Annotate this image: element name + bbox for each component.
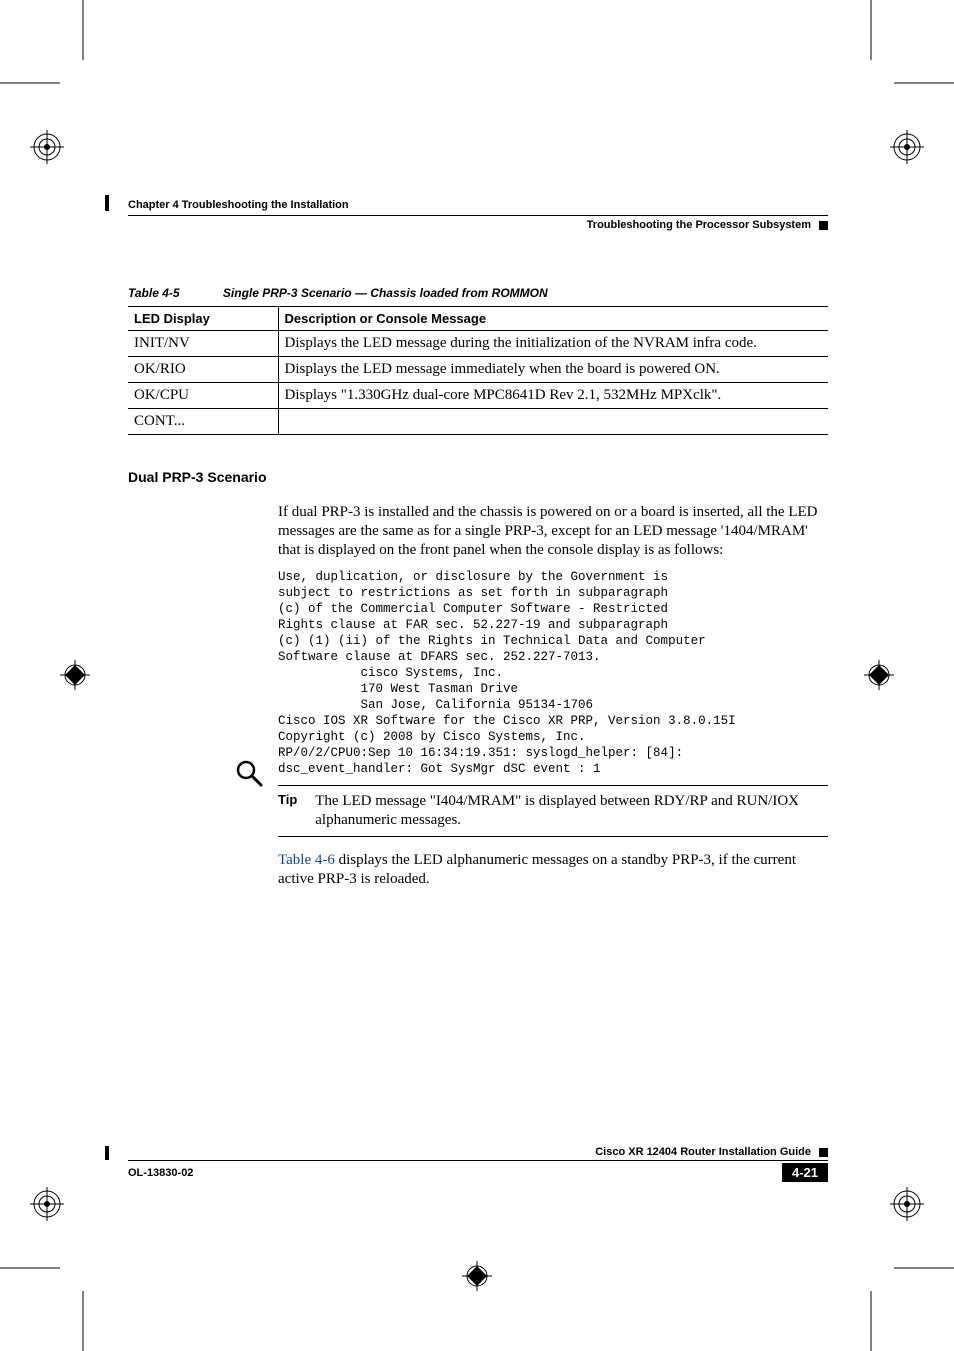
cell-led: OK/CPU xyxy=(128,383,278,409)
center-mark-bottom xyxy=(462,1261,492,1291)
section-bar: Troubleshooting the Processor Subsystem xyxy=(128,219,828,231)
table-row: CONT... xyxy=(128,409,828,435)
footer-marker-square xyxy=(819,1148,828,1157)
tip-label: Tip xyxy=(278,792,297,830)
section-title: Troubleshooting the Processor Subsystem xyxy=(587,219,811,231)
footer-top: Cisco XR 12404 Router Installation Guide xyxy=(128,1146,828,1161)
footer-tick xyxy=(105,1146,109,1160)
reg-mark-bottom-right xyxy=(890,1187,924,1221)
chapter-title: Chapter 4 Troubleshooting the Installati… xyxy=(128,199,349,211)
magnifier-icon xyxy=(224,758,274,793)
header-tick xyxy=(105,195,109,211)
reg-mark-top-left xyxy=(30,130,64,164)
tip-text: The LED message "I404/MRAM" is displayed… xyxy=(315,792,828,830)
cell-led: CONT... xyxy=(128,409,278,435)
footer-doc-number: OL-13830-02 xyxy=(128,1167,193,1179)
page-content: Chapter 4 Troubleshooting the Installati… xyxy=(128,195,828,897)
crop-mark-bl-v xyxy=(82,1291,84,1351)
cell-desc: Displays "1.330GHz dual-core MPC8641D Re… xyxy=(278,383,828,409)
crop-mark-tl-v xyxy=(82,0,84,60)
reg-mark-bottom-left xyxy=(30,1187,64,1221)
tip-block: Tip The LED message "I404/MRAM" is displ… xyxy=(278,785,828,837)
table-title: Single PRP-3 Scenario — Chassis loaded f… xyxy=(223,286,548,300)
console-output: Use, duplication, or disclosure by the G… xyxy=(278,569,828,777)
subheading: Dual PRP-3 Scenario xyxy=(128,469,828,485)
cell-desc xyxy=(278,409,828,435)
footer-bottom: OL-13830-02 4-21 xyxy=(128,1161,828,1182)
led-table: LED Display Description or Console Messa… xyxy=(128,306,828,435)
paragraph-after-tip-text: displays the LED alphanumeric messages o… xyxy=(278,852,796,887)
table-4-6-link[interactable]: Table 4-6 xyxy=(278,852,335,868)
cell-led: INIT/NV xyxy=(128,331,278,357)
crop-mark-bl-h xyxy=(0,1267,60,1269)
page-footer: Cisco XR 12404 Router Installation Guide… xyxy=(128,1146,828,1182)
reg-mark-top-right xyxy=(890,130,924,164)
crop-mark-br-h xyxy=(894,1267,954,1269)
paragraph-intro: If dual PRP-3 is installed and the chass… xyxy=(278,503,828,561)
table-head-col2: Description or Console Message xyxy=(278,307,828,331)
cell-desc: Displays the LED message immediately whe… xyxy=(278,357,828,383)
cell-led: OK/RIO xyxy=(128,357,278,383)
table-row: OK/RIO Displays the LED message immediat… xyxy=(128,357,828,383)
page-number-badge: 4-21 xyxy=(782,1163,828,1182)
table-row: INIT/NV Displays the LED message during … xyxy=(128,331,828,357)
table-row: OK/CPU Displays "1.330GHz dual-core MPC8… xyxy=(128,383,828,409)
crop-mark-br-v xyxy=(870,1291,872,1351)
center-mark-right xyxy=(864,660,894,690)
tip-icon-wrap xyxy=(224,758,274,793)
footer-guide-title: Cisco XR 12404 Router Installation Guide xyxy=(595,1146,811,1158)
cell-desc: Displays the LED message during the init… xyxy=(278,331,828,357)
crop-mark-tl-h xyxy=(0,82,60,84)
table-head-col1: LED Display xyxy=(128,307,278,331)
crop-mark-tr-v xyxy=(870,0,872,60)
table-caption: Table 4-5 Single PRP-3 Scenario — Chassi… xyxy=(128,286,828,300)
chapter-bar: Chapter 4 Troubleshooting the Installati… xyxy=(128,195,828,216)
crop-mark-tr-h xyxy=(894,82,954,84)
paragraph-after-tip: Table 4-6 displays the LED alphanumeric … xyxy=(278,851,828,889)
section-marker-square xyxy=(819,221,828,230)
center-mark-left xyxy=(60,660,90,690)
table-number: Table 4-5 xyxy=(128,286,180,300)
